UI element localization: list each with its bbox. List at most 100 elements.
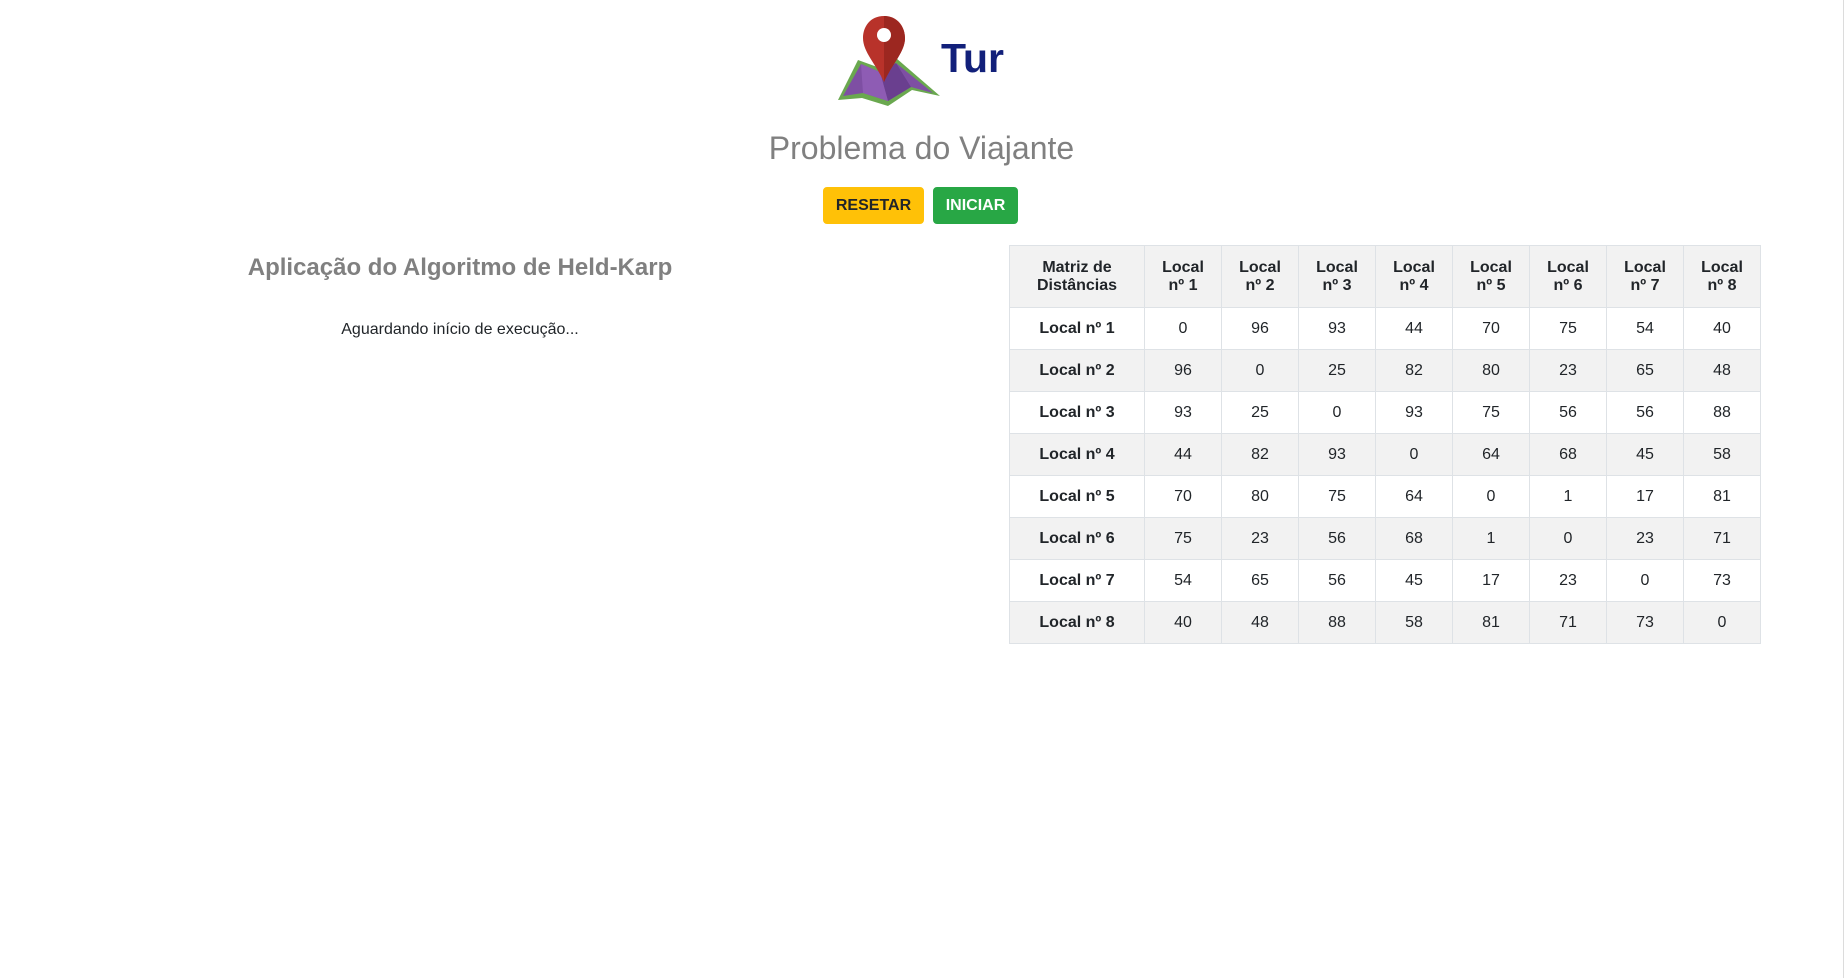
table-row: Local nº 3 93 25 0 93 75 56 56 88 [1009, 391, 1761, 434]
brand-title: Tur [941, 35, 1005, 81]
matrix-cell: 73 [1606, 601, 1684, 644]
matrix-cell: 23 [1606, 517, 1684, 560]
row-header: Local nº 4 [1009, 433, 1145, 476]
matrix-cell: 65 [1221, 559, 1299, 602]
matrix-cell: 23 [1529, 349, 1607, 392]
matrix-cell: 0 [1529, 517, 1607, 560]
action-buttons: RESETAR INICIAR [823, 187, 1018, 225]
matrix-cell: 25 [1298, 349, 1376, 392]
matrix-cell: 68 [1529, 433, 1607, 476]
matrix-corner-header: Matriz de Distâncias [1009, 245, 1145, 308]
page: Tur Problema do Viajante RESETAR INICIAR… [0, 0, 1847, 978]
matrix-cell: 45 [1606, 433, 1684, 476]
matrix-cell: 0 [1452, 475, 1530, 518]
row-header: Local nº 8 [1009, 601, 1145, 644]
table-row: Local nº 7 54 65 56 45 17 23 0 73 [1009, 559, 1761, 602]
table-row: Local nº 5 70 80 75 64 0 1 17 81 [1009, 475, 1761, 518]
distance-matrix-table: Matriz de Distâncias Local nº 1 Local nº 2… [1009, 245, 1761, 644]
matrix-cell: 75 [1298, 475, 1376, 518]
matrix-cell: 64 [1375, 475, 1453, 518]
matrix-cell: 56 [1298, 517, 1376, 560]
matrix-cell: 48 [1683, 349, 1761, 392]
matrix-cell: 0 [1298, 391, 1376, 434]
matrix-cell: 93 [1375, 391, 1453, 434]
column-header: Local nº 5 [1452, 245, 1530, 308]
matrix-cell: 56 [1529, 391, 1607, 434]
matrix-cell: 82 [1375, 349, 1453, 392]
row-header: Local nº 2 [1009, 349, 1145, 392]
matrix-cell: 64 [1452, 433, 1530, 476]
page-scrollbar[interactable] [1843, 0, 1844, 978]
reset-button[interactable]: RESETAR [823, 187, 924, 224]
matrix-cell: 65 [1606, 349, 1684, 392]
matrix-cell: 96 [1221, 307, 1299, 350]
algorithm-title: Aplicação do Algoritmo de Held-Karp [247, 254, 673, 281]
column-header: Local nº 8 [1683, 245, 1761, 308]
matrix-cell: 96 [1144, 349, 1222, 392]
column-header: Local nº 2 [1221, 245, 1299, 308]
matrix-cell: 0 [1683, 601, 1761, 644]
matrix-cell: 81 [1452, 601, 1530, 644]
row-header: Local nº 3 [1009, 391, 1145, 434]
row-header: Local nº 1 [1009, 307, 1145, 350]
matrix-cell: 40 [1144, 601, 1222, 644]
matrix-cell: 1 [1529, 475, 1607, 518]
matrix-cell: 80 [1452, 349, 1530, 392]
matrix-cell: 58 [1375, 601, 1453, 644]
map-pin-icon [836, 14, 942, 114]
matrix-cell: 45 [1375, 559, 1453, 602]
matrix-cell: 17 [1452, 559, 1530, 602]
algorithm-panel: Aplicação do Algoritmo de Held-Karp Agua… [0, 250, 920, 341]
matrix-cell: 56 [1298, 559, 1376, 602]
row-header: Local nº 7 [1009, 559, 1145, 602]
matrix-cell: 54 [1606, 307, 1684, 350]
row-header: Local nº 6 [1009, 517, 1145, 560]
matrix-cell: 71 [1683, 517, 1761, 560]
matrix-cell: 93 [1144, 391, 1222, 434]
matrix-cell: 70 [1144, 475, 1222, 518]
matrix-cell: 54 [1144, 559, 1222, 602]
matrix-cell: 88 [1298, 601, 1376, 644]
matrix-corner-line2: Distâncias [1036, 276, 1118, 294]
matrix-cell: 93 [1298, 307, 1376, 350]
column-header: Local nº 6 [1529, 245, 1607, 308]
matrix-cell: 73 [1683, 559, 1761, 602]
matrix-cell: 0 [1606, 559, 1684, 602]
matrix-cell: 48 [1221, 601, 1299, 644]
column-header: Local nº 3 [1298, 245, 1376, 308]
column-header: Local nº 1 [1144, 245, 1222, 308]
matrix-corner-line1: Matriz de [1042, 258, 1112, 276]
matrix-cell: 88 [1683, 391, 1761, 434]
matrix-cell: 1 [1452, 517, 1530, 560]
matrix-cell: 44 [1144, 433, 1222, 476]
matrix-cell: 75 [1144, 517, 1222, 560]
matrix-cell: 80 [1221, 475, 1299, 518]
table-row: Local nº 4 44 82 93 0 64 68 45 58 [1009, 433, 1761, 476]
table-row: Local nº 6 75 23 56 68 1 0 23 71 [1009, 517, 1761, 560]
matrix-cell: 58 [1683, 433, 1761, 476]
column-header: Local nº 7 [1606, 245, 1684, 308]
execution-status: Aguardando início de execução... [341, 321, 579, 338]
matrix-cell: 81 [1683, 475, 1761, 518]
matrix-cell: 56 [1606, 391, 1684, 434]
start-button[interactable]: INICIAR [933, 187, 1018, 224]
matrix-cell: 82 [1221, 433, 1299, 476]
matrix-cell: 23 [1221, 517, 1299, 560]
matrix-cell: 25 [1221, 391, 1299, 434]
brand-header: Tur [836, 14, 1012, 114]
matrix-cell: 17 [1606, 475, 1684, 518]
matrix-cell: 93 [1298, 433, 1376, 476]
matrix-cell: 23 [1529, 559, 1607, 602]
matrix-cell: 44 [1375, 307, 1453, 350]
table-row: Local nº 8 40 48 88 58 81 71 73 0 [1009, 601, 1761, 644]
column-header: Local nº 4 [1375, 245, 1453, 308]
matrix-cell: 75 [1529, 307, 1607, 350]
matrix-cell: 0 [1375, 433, 1453, 476]
matrix-cell: 68 [1375, 517, 1453, 560]
matrix-cell: 0 [1144, 307, 1222, 350]
table-row: Local nº 1 0 96 93 44 70 75 54 40 [1009, 307, 1761, 350]
table-header-row: Matriz de Distâncias Local nº 1 Local nº 2… [1009, 245, 1761, 308]
row-header: Local nº 5 [1009, 475, 1145, 518]
matrix-cell: 75 [1452, 391, 1530, 434]
matrix-cell: 0 [1221, 349, 1299, 392]
